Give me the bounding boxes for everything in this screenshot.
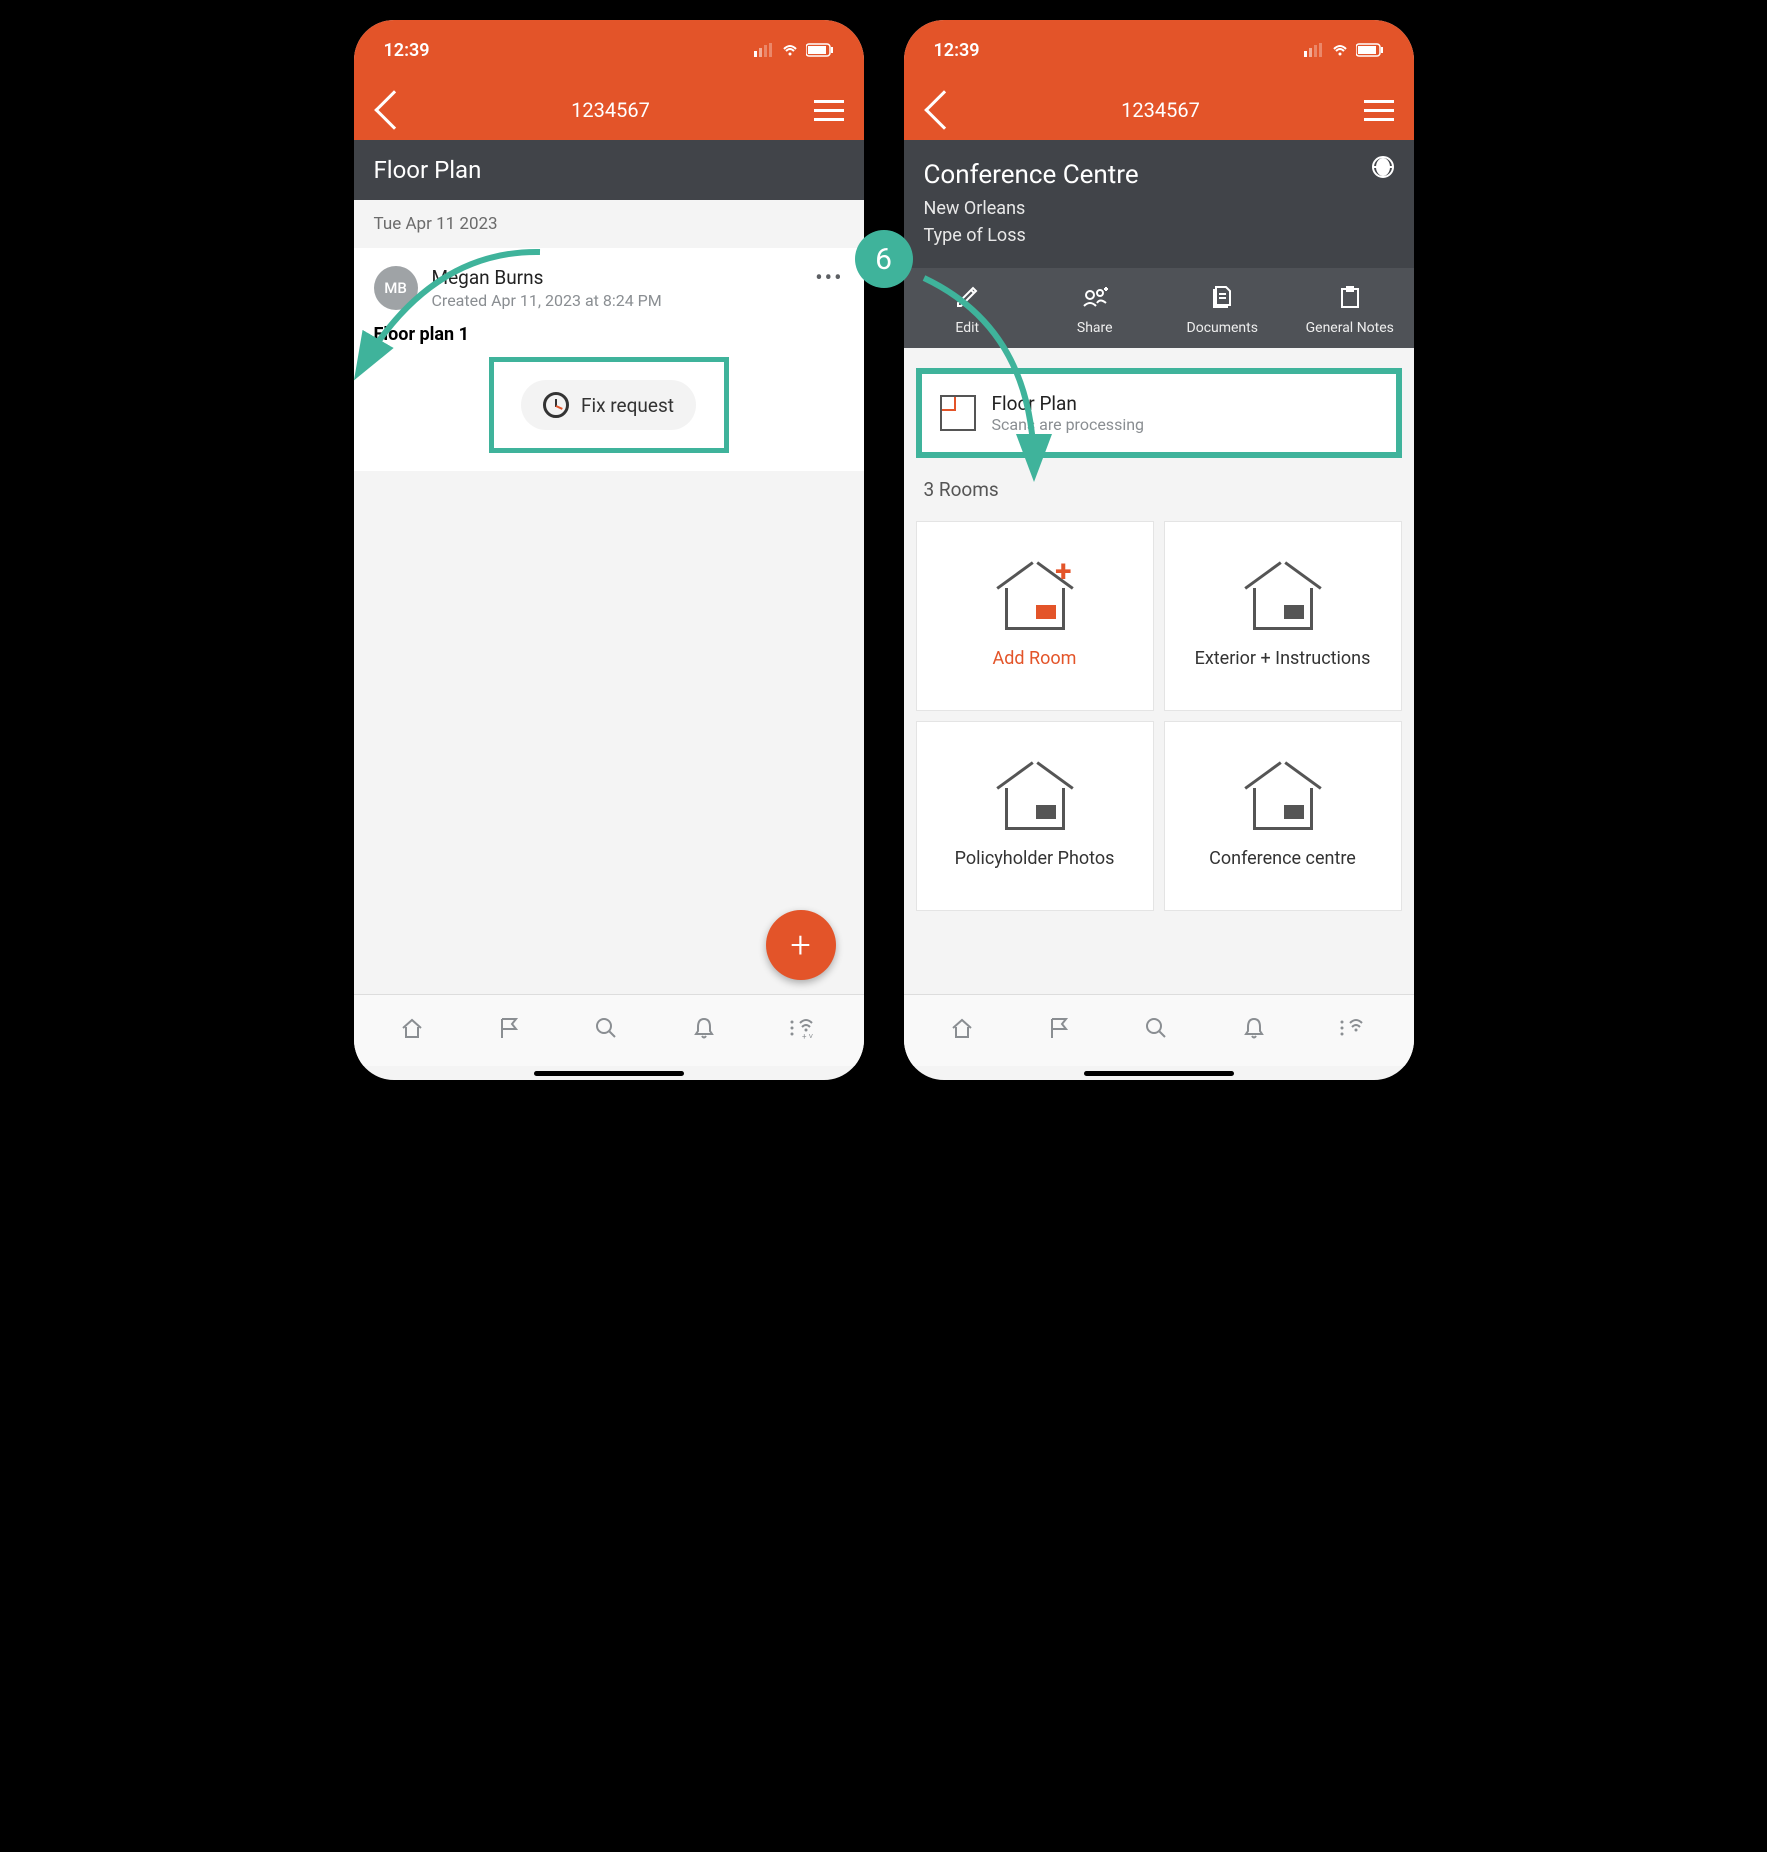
action-notes[interactable]: General Notes <box>1286 282 1414 336</box>
home-indicator <box>1084 1071 1234 1076</box>
globe-icon[interactable] <box>1372 156 1394 178</box>
tabbar <box>904 994 1414 1066</box>
fix-request-label: Fix request <box>581 394 674 417</box>
arrow-to-fix <box>330 240 560 400</box>
project-city: New Orleans <box>924 198 1394 219</box>
svg-text:+ ˅: + ˅ <box>802 1032 814 1041</box>
tab-more[interactable] <box>1338 1015 1368 1047</box>
status-time: 12:39 <box>384 40 430 61</box>
status-time: 12:39 <box>934 40 980 61</box>
back-button[interactable] <box>374 96 408 124</box>
sub-header-title: Floor Plan <box>354 140 864 200</box>
project-loss: Type of Loss <box>924 225 1394 246</box>
header-title: 1234567 <box>408 98 814 122</box>
tab-bell[interactable] <box>691 1015 717 1047</box>
project-header: Conference Centre New Orleans Type of Lo… <box>904 140 1414 268</box>
project-title: Conference Centre <box>924 160 1394 190</box>
tabbar: + ˅ <box>354 994 864 1066</box>
home-indicator <box>534 1071 684 1076</box>
tab-search[interactable] <box>593 1015 619 1047</box>
tab-flag[interactable] <box>1046 1015 1072 1047</box>
status-bar: 12:39 <box>354 20 864 80</box>
room-grid: + Add Room Exterior + Instructions Polic… <box>904 521 1414 911</box>
tab-bell[interactable] <box>1241 1015 1267 1047</box>
header-title: 1234567 <box>958 98 1364 122</box>
wifi-icon <box>780 43 800 57</box>
document-icon <box>1207 282 1237 312</box>
action-documents[interactable]: Documents <box>1159 282 1287 336</box>
tab-home[interactable] <box>949 1015 975 1047</box>
tab-search[interactable] <box>1143 1015 1169 1047</box>
room-conf[interactable]: Conference centre <box>1164 721 1402 911</box>
tab-more[interactable]: + ˅ <box>788 1015 818 1047</box>
menu-button[interactable] <box>1364 100 1394 121</box>
room-exterior[interactable]: Exterior + Instructions <box>1164 521 1402 711</box>
back-button[interactable] <box>924 96 958 124</box>
wifi-icon <box>1330 43 1350 57</box>
status-icons <box>1304 43 1384 57</box>
phone-left: 12:39 1234567 Floor Plan Tue Apr 11 2023… <box>354 20 864 1080</box>
app-header: 1234567 <box>904 80 1414 140</box>
step-badge: 6 <box>855 230 913 288</box>
menu-button[interactable] <box>814 100 844 121</box>
arrow-to-floorplan <box>894 270 1094 500</box>
room-photos[interactable]: Policyholder Photos <box>916 721 1154 911</box>
phone-right: 12:39 1234567 Conference Centre New Orle… <box>904 20 1414 1080</box>
more-button[interactable]: ••• <box>815 266 843 291</box>
tab-home[interactable] <box>399 1015 425 1047</box>
signal-icon <box>1304 43 1324 57</box>
signal-icon <box>754 43 774 57</box>
battery-icon <box>806 43 834 57</box>
add-fab[interactable]: + <box>766 910 836 980</box>
battery-icon <box>1356 43 1384 57</box>
notes-icon <box>1335 282 1365 312</box>
app-header: 1234567 <box>354 80 864 140</box>
status-icons <box>754 43 834 57</box>
status-bar: 12:39 <box>904 20 1414 80</box>
tab-flag[interactable] <box>496 1015 522 1047</box>
room-add[interactable]: + Add Room <box>916 521 1154 711</box>
